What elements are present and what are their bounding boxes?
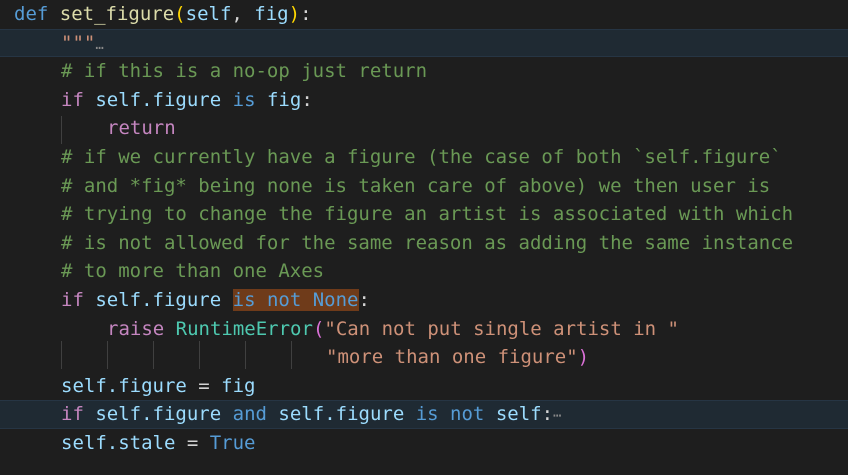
var-fig: fig — [266, 88, 302, 111]
code-editor[interactable]: def set_figure(self, fig): """… # if thi… — [0, 0, 848, 475]
param-self: self — [185, 3, 232, 25]
code-line-10[interactable]: # to more than one Axes — [0, 257, 848, 286]
attr-figure: .figure — [324, 403, 405, 426]
keyword-def: def — [14, 3, 49, 25]
comment: # and *fig* being none is taken care of … — [61, 174, 771, 197]
fold-ellipsis-icon[interactable]: ⋯ — [553, 408, 561, 424]
keyword-is: is — [232, 88, 256, 111]
code-line-4[interactable]: if self.figure is fig: — [0, 86, 848, 115]
keyword-raise: raise — [107, 317, 165, 340]
keyword-and: and — [232, 403, 267, 426]
selection-highlight: is not None — [232, 289, 359, 311]
class-runtimeerror: RuntimeError — [175, 317, 313, 340]
code-line-11[interactable]: if self.figure is not None: — [0, 286, 848, 315]
attr-stale: .stale — [106, 432, 176, 454]
var-self: self — [495, 403, 542, 426]
attr-figure: .figure — [141, 403, 222, 426]
constant-true: True — [209, 432, 256, 454]
code-line-16[interactable]: self.stale = True — [0, 429, 848, 458]
comment: # if this is a no-op just return — [61, 60, 428, 83]
comment: # is not allowed for the same reason as … — [61, 231, 794, 254]
code-line-2-folded[interactable]: """… — [0, 28, 848, 58]
code-line-13[interactable]: "more than one figure") — [0, 343, 848, 372]
comment: # to more than one Axes — [61, 260, 325, 283]
string-literal: "more than one figure" — [326, 346, 578, 369]
comment: # trying to change the figure an artist … — [61, 203, 794, 226]
keyword-is-not: is not — [415, 403, 485, 426]
code-line-12[interactable]: raise RuntimeError("Can not put single a… — [0, 315, 848, 344]
var-self: self — [278, 403, 325, 426]
keyword-return: return — [107, 117, 176, 140]
colon: : — [358, 289, 370, 311]
var-self: self — [95, 289, 142, 311]
string-literal: "Can not put single artist in " — [324, 317, 679, 340]
keyword-if: if — [61, 403, 84, 426]
var-self: self — [61, 432, 107, 454]
keyword-if: if — [61, 289, 84, 311]
colon: : — [541, 403, 554, 426]
var-fig: fig — [221, 374, 256, 397]
function-name: set_figure — [59, 3, 175, 25]
docstring-quotes: """ — [61, 31, 96, 54]
var-self: self — [61, 374, 107, 397]
keyword-is-not: is not — [232, 289, 302, 311]
var-self: self — [95, 88, 142, 111]
code-line-1[interactable]: def set_figure(self, fig): — [0, 0, 848, 29]
paren-open: ( — [312, 317, 325, 340]
attr-figure: .figure — [141, 88, 222, 111]
keyword-if: if — [61, 88, 84, 111]
code-line-7[interactable]: # and *fig* being none is taken care of … — [0, 172, 848, 201]
paren-close: ) — [288, 3, 301, 25]
code-line-14[interactable]: self.figure = fig — [0, 372, 848, 401]
colon: : — [300, 3, 312, 25]
code-line-8[interactable]: # trying to change the figure an artist … — [0, 200, 848, 229]
attr-figure: .figure — [141, 289, 222, 311]
var-self: self — [95, 403, 142, 426]
code-line-5[interactable]: return — [0, 114, 848, 143]
code-line-9[interactable]: # is not allowed for the same reason as … — [0, 229, 848, 258]
paren-open: ( — [174, 3, 186, 25]
operator-assign: = — [186, 374, 222, 397]
fold-ellipsis-icon[interactable]: … — [95, 37, 103, 53]
code-line-15-folded[interactable]: if self.figure and self.figure is not se… — [0, 400, 848, 429]
paren-close: ) — [577, 346, 590, 369]
param-fig: fig — [254, 3, 289, 25]
operator-assign: = — [175, 432, 210, 454]
code-line-3[interactable]: # if this is a no-op just return — [0, 57, 848, 86]
colon: : — [301, 88, 313, 111]
comma: , — [231, 3, 255, 25]
comment: # if we currently have a figure (the cas… — [61, 146, 782, 168]
constant-none: None — [312, 289, 359, 311]
code-line-6[interactable]: # if we currently have a figure (the cas… — [0, 143, 848, 172]
attr-figure: .figure — [106, 374, 187, 397]
